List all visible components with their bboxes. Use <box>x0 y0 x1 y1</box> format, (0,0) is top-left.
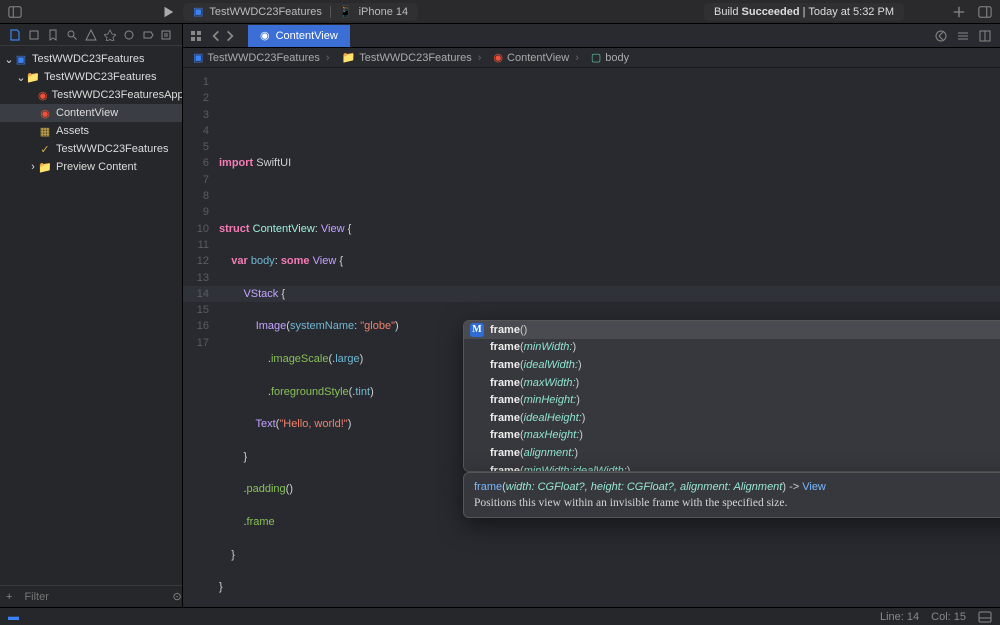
autocomplete-item[interactable]: frame(maxWidth:) <box>464 374 1000 392</box>
library-button[interactable] <box>978 5 992 19</box>
autocomplete-item[interactable]: frame(maxHeight:) <box>464 427 1000 445</box>
source-control-nav-icon[interactable] <box>28 29 40 41</box>
description-text: Positions this view within an invisible … <box>474 497 1000 509</box>
tree-root[interactable]: ⌄▣TestWWDC23Features <box>0 50 182 68</box>
line-gutter: 1234567891011121314151617 <box>183 68 215 351</box>
jump-bar[interactable]: ▣TestWWDC23Features 📁TestWWDC23Features … <box>183 48 1000 68</box>
sidebar-toggle-icon[interactable] <box>8 5 22 19</box>
autocomplete-item[interactable]: frame(minHeight:) <box>464 391 1000 409</box>
breakpoint-nav-icon[interactable] <box>142 29 154 41</box>
navigator-filter-bar: + ⊙ <box>0 585 182 607</box>
swift-icon: ◉ <box>260 29 270 42</box>
filter-input[interactable] <box>24 591 166 603</box>
method-badge-icon: M <box>470 323 484 337</box>
tree-preview[interactable]: ›📁Preview Content <box>0 158 182 176</box>
property-icon: ▢ <box>591 51 601 64</box>
issue-nav-icon[interactable] <box>85 29 97 41</box>
test-nav-icon[interactable] <box>104 29 116 41</box>
cursor-line: Line: 14 <box>880 611 919 623</box>
swift-icon: ◉ <box>493 51 503 64</box>
editor-tab-contentview[interactable]: ◉ ContentView <box>248 25 350 47</box>
add-button[interactable] <box>952 5 966 19</box>
folder-icon: 📁 <box>342 51 356 64</box>
target-icon: ▣ <box>193 5 203 18</box>
report-nav-icon[interactable] <box>160 29 172 41</box>
project-tree[interactable]: ⌄▣TestWWDC23Features ⌄📁TestWWDC23Feature… <box>0 46 182 585</box>
nav-back-button[interactable] <box>209 29 223 43</box>
tree-plist[interactable]: ✓TestWWDC23Features <box>0 140 182 158</box>
project-nav-icon[interactable] <box>9 29 21 41</box>
debug-nav-icon[interactable] <box>123 29 135 41</box>
editor-tab-bar: ◉ ContentView <box>243 25 350 47</box>
autocomplete-item[interactable]: Mframe() <box>464 321 1000 339</box>
device-icon: 📱 <box>339 5 353 18</box>
folder-icon: 📁 <box>26 70 40 84</box>
swift-icon: ◉ <box>38 88 48 102</box>
tree-folder[interactable]: ⌄📁TestWWDC23Features <box>0 68 182 86</box>
debug-indicator-icon[interactable]: ▬ <box>8 611 19 623</box>
swift-icon: ◉ <box>38 106 52 120</box>
editor-toolbar: ◉ ContentView <box>183 24 1000 48</box>
autocomplete-item[interactable]: frame(alignment:) <box>464 444 1000 462</box>
assets-icon: ▦ <box>38 124 52 138</box>
bottom-panel-icon[interactable] <box>978 610 992 624</box>
scheme-selector[interactable]: ▣TestWWDC23Features 📱iPhone 14 <box>183 3 418 21</box>
autocomplete-item[interactable]: frame(minWidth:idealWidth:) <box>464 462 1000 471</box>
window-toolbar: ▣TestWWDC23Features 📱iPhone 14 Build Suc… <box>0 0 1000 24</box>
editor-options-icon[interactable] <box>934 29 948 43</box>
source-editor: ◉ ContentView ▣TestWWDC23Features 📁TestW… <box>183 24 1000 607</box>
tree-assets[interactable]: ▦Assets <box>0 122 182 140</box>
run-button[interactable] <box>161 5 175 19</box>
project-navigator: ⌄▣TestWWDC23Features ⌄📁TestWWDC23Feature… <box>0 24 183 607</box>
xcodeproj-icon: ▣ <box>14 52 28 66</box>
add-editor-icon[interactable] <box>978 29 992 43</box>
related-items-icon[interactable] <box>189 29 203 43</box>
add-file-button[interactable]: + <box>6 591 12 603</box>
autocomplete-item[interactable]: frame(minWidth:) <box>464 339 1000 357</box>
bookmark-nav-icon[interactable] <box>47 29 59 41</box>
nav-forward-button[interactable] <box>223 29 237 43</box>
adjust-editor-icon[interactable] <box>956 29 970 43</box>
recent-filter-icon[interactable]: ⊙ <box>172 590 181 603</box>
find-nav-icon[interactable] <box>66 29 78 41</box>
autocomplete-item[interactable]: frame(idealWidth:) <box>464 356 1000 374</box>
navigator-tab-bar <box>0 24 182 46</box>
tree-file-contentview[interactable]: ◉ContentView <box>0 104 182 122</box>
signature-text: frame(width: CGFloat?, height: CGFloat?,… <box>474 481 1000 493</box>
xcodeproj-icon: ▣ <box>193 51 203 64</box>
tree-file-app[interactable]: ◉TestWWDC23FeaturesApp <box>0 86 182 104</box>
autocomplete-popup[interactable]: ⌄ Mframe()frame(minWidth:)frame(idealWid… <box>463 320 1000 472</box>
cursor-col: Col: 15 <box>931 611 966 623</box>
status-bar: ▬ Line: 14 Col: 15 <box>0 607 1000 625</box>
folder-icon: 📁 <box>38 160 52 174</box>
autocomplete-item[interactable]: frame(idealHeight:) <box>464 409 1000 427</box>
activity-status[interactable]: Build Succeeded | Today at 5:32 PM <box>704 3 904 21</box>
entitlements-icon: ✓ <box>38 142 52 156</box>
autocomplete-detail-popup: frame(width: CGFloat?, height: CGFloat?,… <box>463 472 1000 518</box>
